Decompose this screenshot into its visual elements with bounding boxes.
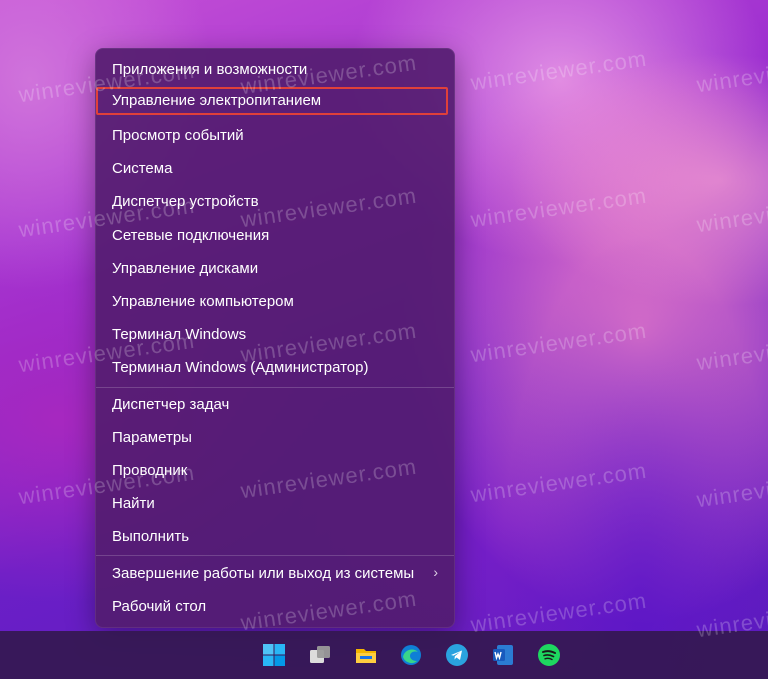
menu-item-shutdown-signout[interactable]: Завершение работы или выход из системы: [112, 565, 414, 583]
telegram-icon[interactable]: [445, 643, 469, 667]
word-icon[interactable]: [491, 643, 515, 667]
menu-item-network-connections[interactable]: Сетевые подключения: [112, 227, 269, 245]
menu-item-search[interactable]: Найти: [112, 495, 155, 513]
menu-item-desktop[interactable]: Рабочий стол: [112, 598, 206, 616]
file-explorer-icon[interactable]: [354, 643, 378, 667]
menu-item-task-manager[interactable]: Диспетчер задач: [112, 396, 229, 414]
menu-item-apps-features[interactable]: Приложения и возможности: [112, 61, 307, 79]
menu-item-system[interactable]: Система: [112, 160, 172, 178]
desktop: winreviewer.com winreviewer.com winrevie…: [0, 0, 768, 679]
taskbar: [0, 631, 768, 679]
winx-context-menu: Приложения и возможности Управление элек…: [95, 48, 455, 628]
task-view-icon[interactable]: [308, 643, 332, 667]
menu-item-event-viewer[interactable]: Просмотр событий: [112, 127, 244, 145]
menu-item-file-explorer[interactable]: Проводник: [112, 462, 187, 480]
menu-item-device-manager[interactable]: Диспетчер устройств: [112, 193, 259, 211]
spotify-icon[interactable]: [537, 643, 561, 667]
edge-icon[interactable]: [399, 643, 423, 667]
menu-item-windows-terminal-admin[interactable]: Терминал Windows (Администратор): [112, 359, 368, 377]
menu-item-power-options[interactable]: Управление электропитанием: [96, 87, 448, 115]
chevron-right-icon: ›: [433, 564, 438, 580]
menu-item-settings[interactable]: Параметры: [112, 429, 192, 447]
menu-separator: [96, 387, 454, 388]
menu-item-disk-management[interactable]: Управление дисками: [112, 260, 258, 278]
menu-item-windows-terminal[interactable]: Терминал Windows: [112, 326, 246, 344]
menu-item-computer-management[interactable]: Управление компьютером: [112, 293, 294, 311]
windows-start-icon[interactable]: [262, 643, 286, 667]
menu-separator: [96, 555, 454, 556]
menu-item-run[interactable]: Выполнить: [112, 528, 189, 546]
